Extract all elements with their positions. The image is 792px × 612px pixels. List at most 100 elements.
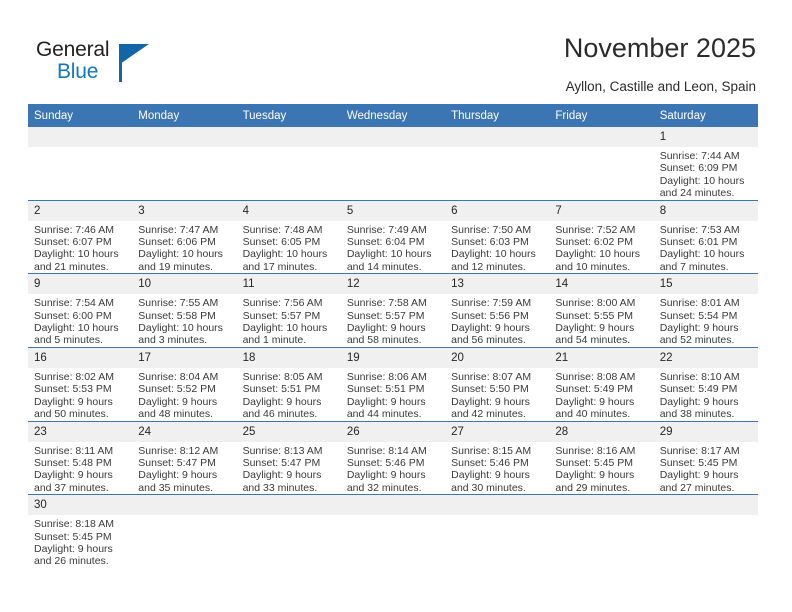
daylight-text-line2: and 58 minutes. xyxy=(346,334,422,347)
day-number xyxy=(28,127,133,147)
daylight-text-line2: and 40 minutes. xyxy=(555,408,631,421)
sunrise-text: Sunrise: 7:53 AM xyxy=(659,223,740,236)
sunset-text: Sunset: 5:55 PM xyxy=(555,309,634,322)
calendar-day-cell[interactable]: 23 Sunrise: 8:11 AM Sunset: 5:48 PM Dayligh… xyxy=(28,420,133,495)
calendar-day-cell[interactable]: 10 Sunrise: 7:55 AM Sunset: 5:58 PM Dayligh… xyxy=(132,273,237,348)
daylight-text-line1: Daylight: 9 hours xyxy=(451,469,530,482)
calendar-day-cell[interactable]: 19 Sunrise: 8:06 AM Sunset: 5:51 PM Dayligh… xyxy=(340,346,446,421)
calendar-day-cell[interactable]: 6 Sunrise: 7:50 AM Sunset: 6:03 PM Daylight… xyxy=(445,199,550,274)
sunrise-text: Sunrise: 7:56 AM xyxy=(242,297,323,310)
sunrise-text: Sunrise: 7:59 AM xyxy=(451,297,532,310)
sunrise-text: Sunrise: 8:07 AM xyxy=(451,370,532,383)
daylight-text-line1: Daylight: 9 hours xyxy=(555,322,635,335)
calendar-day-cell[interactable]: 15 Sunrise: 8:01 AM Sunset: 5:54 PM Dayligh… xyxy=(653,273,758,348)
calendar-day-cell[interactable]: 8 Sunrise: 7:53 AM Sunset: 6:01 PM Daylight… xyxy=(653,199,758,274)
calendar-day-cell[interactable]: 24 Sunrise: 8:12 AM Sunset: 5:47 PM Dayligh… xyxy=(132,420,237,495)
sunrise-text: Sunrise: 8:10 AM xyxy=(659,370,740,383)
sunrise-text: Sunrise: 8:18 AM xyxy=(34,518,114,531)
calendar-day-cell[interactable]: 17 Sunrise: 8:04 AM Sunset: 5:52 PM Dayligh… xyxy=(132,346,237,421)
sunrise-text: Sunrise: 8:00 AM xyxy=(555,297,636,310)
day-number: 2 xyxy=(28,200,133,221)
calendar-day-cell[interactable]: 12 Sunrise: 7:58 AM Sunset: 5:57 PM Dayligh… xyxy=(340,273,446,348)
calendar-day-cell[interactable]: 20 Sunrise: 8:07 AM Sunset: 5:50 PM Dayligh… xyxy=(445,346,550,421)
calendar-day-cell[interactable]: 11 Sunrise: 7:56 AM Sunset: 5:57 PM Dayligh… xyxy=(236,273,341,348)
sunrise-sunset-calendar: Sunday Monday Tuesday Wednesday Thursday Frid… xyxy=(28,104,758,568)
calendar-day-cell[interactable]: 3 Sunrise: 7:47 AM Sunset: 6:06 PM Daylight… xyxy=(132,199,237,274)
sunset-text: Sunset: 5:45 PM xyxy=(659,456,738,469)
daylight-text-line2: and 33 minutes. xyxy=(242,481,318,494)
calendar-day-cell[interactable]: 25 Sunrise: 8:13 AM Sunset: 5:47 PM Dayligh… xyxy=(236,420,341,495)
daylight-text-line1: Daylight: 9 hours xyxy=(659,395,739,408)
day-number xyxy=(445,495,550,516)
calendar-day-cell[interactable]: 1 Sunrise: 7:44 AM Sunset: 6:09 PM Daylight… xyxy=(653,127,758,201)
calendar-day-cell[interactable]: 7 Sunrise: 7:52 AM Sunset: 6:02 PM Daylight… xyxy=(549,199,654,274)
weekday-headers: Sunday Monday Tuesday Wednesday Thursday Frid… xyxy=(28,104,758,127)
day-details: Sunrise: 7:59 AM Sunset: 5:56 PM Daylight:… xyxy=(445,294,549,347)
calendar-body: 1 Sunrise: 7:44 AM Sunset: 6:09 PM Daylight… xyxy=(28,127,758,568)
daylight-text-line2: and 32 minutes. xyxy=(346,481,422,494)
calendar-day-cell[interactable]: 22 Sunrise: 8:10 AM Sunset: 5:49 PM Dayligh… xyxy=(653,346,758,421)
calendar-day-cell-empty xyxy=(653,494,758,568)
calendar-header-row: Sunday Monday Tuesday Wednesday Thursday Frid… xyxy=(28,104,758,127)
calendar-day-cell[interactable]: 30 Sunrise: 8:18 AM Sunset: 5:45 PM Dayligh… xyxy=(28,494,133,568)
day-details: Sunrise: 7:58 AM Sunset: 5:57 PM Daylight:… xyxy=(341,294,445,347)
calendar-day-cell[interactable]: 21 Sunrise: 8:08 AM Sunset: 5:49 PM Dayligh… xyxy=(549,346,654,421)
daylight-text-line2: and 56 minutes. xyxy=(451,334,526,347)
calendar-day-cell-empty xyxy=(549,494,654,568)
day-number: 19 xyxy=(340,347,446,368)
daylight-text-line2: and 14 minutes. xyxy=(346,260,422,273)
calendar-day-cell[interactable]: 26 Sunrise: 8:14 AM Sunset: 5:46 PM Dayligh… xyxy=(340,420,446,495)
calendar-day-cell[interactable]: 5 Sunrise: 7:49 AM Sunset: 6:04 PM Daylight… xyxy=(340,199,446,274)
daylight-text-line2: and 7 minutes. xyxy=(659,260,729,273)
sunset-text: Sunset: 5:53 PM xyxy=(34,383,112,396)
daylight-text-line2: and 38 minutes. xyxy=(659,408,735,421)
logo-triangle-icon xyxy=(120,44,149,64)
calendar-day-cell[interactable]: 13 Sunrise: 7:59 AM Sunset: 5:56 PM Dayligh… xyxy=(445,273,550,348)
calendar-week-row: 23 Sunrise: 8:11 AM Sunset: 5:48 PM Dayligh… xyxy=(28,420,758,495)
calendar-day-cell[interactable]: 9 Sunrise: 7:54 AM Sunset: 6:00 PM Daylight… xyxy=(28,273,133,348)
sunrise-text: Sunrise: 8:14 AM xyxy=(346,444,427,457)
day-number xyxy=(653,495,758,516)
day-number: 30 xyxy=(28,495,133,516)
daylight-text-line1: Daylight: 9 hours xyxy=(34,469,113,482)
daylight-text-line1: Daylight: 10 hours xyxy=(659,248,745,261)
day-details: Sunrise: 7:48 AM Sunset: 6:05 PM Daylight:… xyxy=(237,221,341,274)
day-details: Sunrise: 8:13 AM Sunset: 5:47 PM Daylight:… xyxy=(237,442,341,495)
day-number: 22 xyxy=(653,347,758,368)
calendar-day-cell[interactable]: 2 Sunrise: 7:46 AM Sunset: 6:07 PM Daylight… xyxy=(28,199,133,274)
daylight-text-line2: and 27 minutes. xyxy=(659,481,735,494)
day-number: 10 xyxy=(132,274,237,295)
day-number xyxy=(549,127,654,147)
daylight-text-line2: and 44 minutes. xyxy=(346,408,422,421)
day-number: 25 xyxy=(236,421,341,442)
daylight-text-line1: Daylight: 9 hours xyxy=(242,469,322,482)
day-number: 23 xyxy=(28,421,133,442)
calendar-day-cell[interactable]: 18 Sunrise: 8:05 AM Sunset: 5:51 PM Dayligh… xyxy=(236,346,341,421)
sunrise-text: Sunrise: 7:46 AM xyxy=(34,223,114,236)
weekday-header-friday: Friday xyxy=(549,104,654,127)
calendar-day-cell[interactable]: 14 Sunrise: 8:00 AM Sunset: 5:55 PM Dayligh… xyxy=(549,273,654,348)
weekday-header-monday: Monday xyxy=(132,104,237,127)
sunset-text: Sunset: 5:46 PM xyxy=(346,456,425,469)
calendar-day-cell[interactable]: 29 Sunrise: 8:17 AM Sunset: 5:45 PM Dayligh… xyxy=(653,420,758,495)
daylight-text-line2: and 17 minutes. xyxy=(242,260,318,273)
sunset-text: Sunset: 6:09 PM xyxy=(659,162,738,175)
day-number xyxy=(132,127,237,147)
daylight-text-line2: and 29 minutes. xyxy=(555,481,631,494)
calendar-day-cell[interactable]: 27 Sunrise: 8:15 AM Sunset: 5:46 PM Dayligh… xyxy=(445,420,550,495)
general-blue-logo[interactable]: General Blue xyxy=(36,38,166,90)
day-number xyxy=(340,127,446,147)
day-number xyxy=(132,495,237,516)
day-details: Sunrise: 8:12 AM Sunset: 5:47 PM Daylight:… xyxy=(132,442,236,495)
calendar-day-cell[interactable]: 4 Sunrise: 7:48 AM Sunset: 6:05 PM Daylight… xyxy=(236,199,341,274)
sunrise-text: Sunrise: 8:13 AM xyxy=(242,444,323,457)
day-number: 13 xyxy=(445,274,550,295)
sunset-text: Sunset: 6:01 PM xyxy=(659,236,738,249)
daylight-text-line2: and 48 minutes. xyxy=(138,408,213,421)
day-details: Sunrise: 7:55 AM Sunset: 5:58 PM Daylight:… xyxy=(132,294,236,347)
sunrise-text: Sunrise: 7:58 AM xyxy=(346,297,427,310)
day-number: 1 xyxy=(653,127,758,147)
calendar-day-cell[interactable]: 28 Sunrise: 8:16 AM Sunset: 5:45 PM Dayligh… xyxy=(549,420,654,495)
day-number: 8 xyxy=(653,200,758,221)
calendar-day-cell[interactable]: 16 Sunrise: 8:02 AM Sunset: 5:53 PM Dayligh… xyxy=(28,346,133,421)
